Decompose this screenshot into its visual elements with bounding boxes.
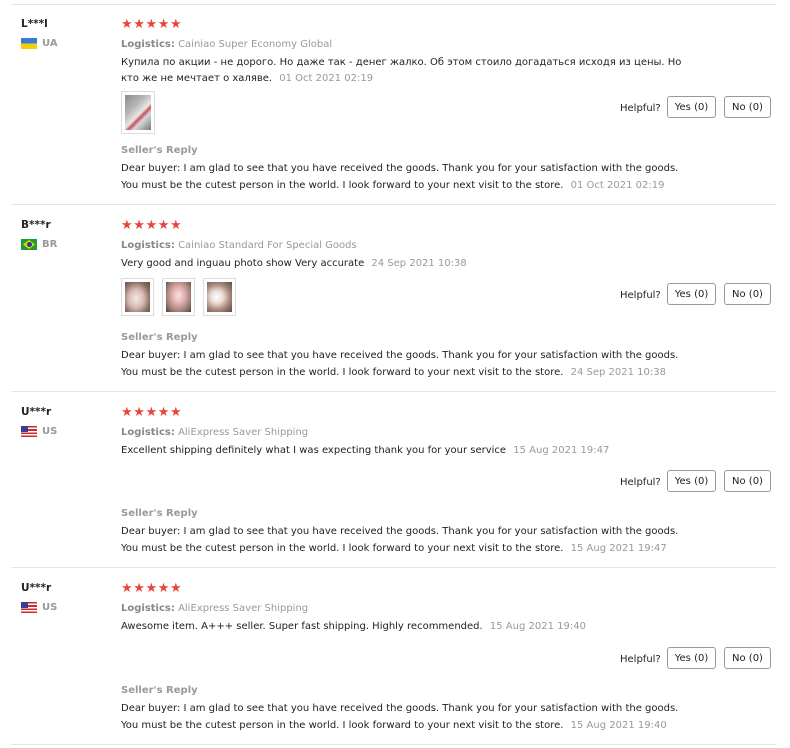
logistics-info: Logistics: AliExpress Saver Shipping [121, 603, 308, 614]
helpful-yes-button[interactable]: Yes (0) [667, 283, 716, 305]
review-text: Купила по акции - не дорого. Но даже так… [121, 55, 701, 87]
seller-reply-text: You must be the cutest person in the wor… [121, 719, 564, 731]
review-item: B***r BR ★★★★★ Logistics: Cainiao Standa… [0, 205, 790, 392]
review-date: 15 Aug 2021 19:47 [513, 445, 610, 456]
logistics-info: Logistics: Cainiao Super Economy Global [121, 39, 332, 50]
seller-reply-line: You must be the cutest person in the wor… [121, 178, 721, 195]
review-text: Awesome item. A+++ seller. Super fast sh… [121, 619, 701, 635]
seller-reply-text: You must be the cutest person in the wor… [121, 366, 564, 378]
review-photo-thumbnail[interactable] [121, 91, 155, 134]
seller-reply-line: You must be the cutest person in the wor… [121, 365, 721, 382]
reviewer-name: B***r [21, 219, 51, 231]
helpful-yes-button[interactable]: Yes (0) [667, 96, 716, 118]
reviewer-country: UA [21, 38, 58, 49]
review-body: Купила по акции - не дорого. Но даже так… [121, 57, 682, 84]
review-body: Awesome item. A+++ seller. Super fast sh… [121, 621, 483, 632]
review-body: Excellent shipping definitely what I was… [121, 445, 507, 456]
star-rating: ★★★★★ [121, 17, 183, 32]
logistics-info: Logistics: AliExpress Saver Shipping [121, 427, 308, 438]
review-body: Very good and inguau photo show Very acc… [121, 258, 365, 269]
helpful-label: Helpful? [620, 477, 661, 488]
seller-reply: Dear buyer: I am glad to see that you ha… [121, 524, 721, 557]
seller-reply: Dear buyer: I am glad to see that you ha… [121, 348, 721, 381]
review-photos [121, 278, 236, 316]
review-text: Very good and inguau photo show Very acc… [121, 256, 701, 272]
usa-flag-icon [21, 426, 37, 437]
seller-reply-line: You must be the cutest person in the wor… [121, 718, 721, 735]
logistics-method: Cainiao Standard For Special Goods [178, 240, 357, 251]
reviewer-country: US [21, 426, 57, 437]
logistics-info: Logistics: Cainiao Standard For Special … [121, 240, 357, 251]
review-photos [121, 91, 155, 134]
logistics-label: Logistics: [121, 240, 175, 251]
helpful-no-button[interactable]: No (0) [724, 470, 771, 492]
seller-reply: Dear buyer: I am glad to see that you ha… [121, 161, 721, 194]
sellers-reply-label: Seller's Reply [121, 685, 198, 696]
country-code: US [42, 602, 58, 613]
seller-reply-line: Dear buyer: I am glad to see that you ha… [121, 163, 679, 174]
review-text: Excellent shipping definitely what I was… [121, 443, 701, 459]
usa-flag-icon [21, 602, 37, 613]
sellers-reply-label: Seller's Reply [121, 145, 198, 156]
ukraine-flag-icon [21, 38, 37, 49]
logistics-label: Logistics: [121, 427, 175, 438]
helpful-label: Helpful? [620, 103, 661, 114]
review-date: 15 Aug 2021 19:40 [489, 621, 586, 632]
review-photo-thumbnail[interactable] [203, 278, 236, 316]
reviewer-country: US [21, 602, 57, 613]
helpful-label: Helpful? [620, 290, 661, 301]
seller-reply-line: Dear buyer: I am glad to see that you ha… [121, 526, 679, 537]
logistics-label: Logistics: [121, 39, 175, 50]
seller-reply-text: You must be the cutest person in the wor… [121, 542, 564, 554]
logistics-method: Cainiao Super Economy Global [178, 39, 333, 50]
seller-reply-line: Dear buyer: I am glad to see that you ha… [121, 703, 679, 714]
reviewer-country: BR [21, 239, 57, 250]
seller-reply-date: 15 Aug 2021 19:40 [570, 719, 667, 731]
seller-reply: Dear buyer: I am glad to see that you ha… [121, 701, 721, 734]
review-photo-thumbnail[interactable] [121, 278, 154, 316]
logistics-label: Logistics: [121, 603, 175, 614]
logistics-method: AliExpress Saver Shipping [178, 427, 309, 438]
review-date: 24 Sep 2021 10:38 [371, 258, 467, 269]
review-item: U***r US ★★★★★ Logistics: AliExpress Sav… [0, 568, 790, 745]
review-divider [11, 744, 776, 745]
country-code: BR [42, 239, 58, 250]
country-code: US [42, 426, 58, 437]
sellers-reply-label: Seller's Reply [121, 332, 198, 343]
reviewer-name: U***r [21, 406, 52, 418]
star-rating: ★★★★★ [121, 405, 183, 420]
helpful-no-button[interactable]: No (0) [724, 96, 771, 118]
reviewer-name: U***r [21, 582, 52, 594]
helpful-label: Helpful? [620, 654, 661, 665]
seller-reply-date: 24 Sep 2021 10:38 [570, 366, 667, 378]
logistics-method: AliExpress Saver Shipping [178, 603, 309, 614]
review-date: 01 Oct 2021 02:19 [279, 73, 374, 84]
seller-reply-line: Dear buyer: I am glad to see that you ha… [121, 350, 679, 361]
star-rating: ★★★★★ [121, 218, 183, 233]
sellers-reply-label: Seller's Reply [121, 508, 198, 519]
seller-reply-line: You must be the cutest person in the wor… [121, 541, 721, 558]
star-rating: ★★★★★ [121, 581, 183, 596]
seller-reply-date: 01 Oct 2021 02:19 [570, 179, 665, 191]
helpful-no-button[interactable]: No (0) [724, 283, 771, 305]
seller-reply-date: 15 Aug 2021 19:47 [570, 542, 667, 554]
country-code: UA [42, 38, 58, 49]
review-item: L***l UA ★★★★★ Logistics: Cainiao Super … [0, 4, 790, 205]
seller-reply-text: You must be the cutest person in the wor… [121, 179, 564, 191]
brazil-flag-icon [21, 239, 37, 250]
helpful-yes-button[interactable]: Yes (0) [667, 470, 716, 492]
review-item: U***r US ★★★★★ Logistics: AliExpress Sav… [0, 392, 790, 568]
review-photo-thumbnail[interactable] [162, 278, 195, 316]
helpful-no-button[interactable]: No (0) [724, 647, 771, 669]
helpful-yes-button[interactable]: Yes (0) [667, 647, 716, 669]
reviewer-name: L***l [21, 18, 48, 30]
